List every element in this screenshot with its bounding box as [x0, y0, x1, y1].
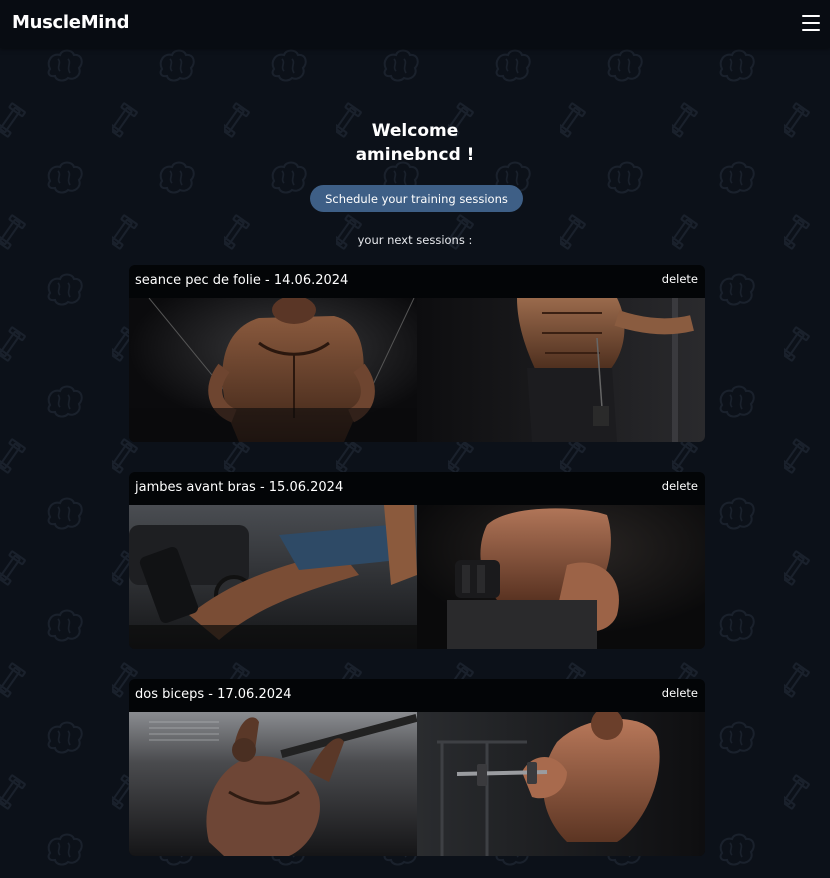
session-photos [129, 298, 705, 442]
session-card: dos biceps - 17.06.2024 delete [129, 679, 705, 856]
hamburger-menu-icon[interactable] [802, 14, 820, 32]
schedule-sessions-button[interactable]: Schedule your training sessions [310, 185, 523, 212]
session-title: seance pec de folie - 14.06.2024 [135, 273, 349, 288]
page: MuscleMind Welcome aminebncd ! Schedule … [0, 0, 830, 878]
delete-session-button[interactable]: delete [662, 479, 698, 493]
barbell-curl-photo [417, 712, 705, 856]
session-card: seance pec de folie - 14.06.2024 delete [129, 265, 705, 442]
welcome-heading: Welcome aminebncd ! [265, 119, 565, 167]
username: aminebncd ! [355, 145, 475, 165]
session-photos [129, 505, 705, 649]
delete-session-button[interactable]: delete [662, 686, 698, 700]
session-title: dos biceps - 17.06.2024 [135, 687, 292, 702]
session-photos [129, 712, 705, 856]
session-title: jambes avant bras - 15.06.2024 [135, 480, 344, 495]
app-logo-title[interactable]: MuscleMind [12, 12, 130, 33]
next-sessions-heading: your next sessions : [357, 233, 473, 247]
session-card: jambes avant bras - 15.06.2024 delete [129, 472, 705, 649]
pull-up-back-photo [129, 712, 417, 856]
dumbbell-curl-photo [417, 505, 705, 649]
top-nav-bar: MuscleMind [0, 0, 830, 48]
delete-session-button[interactable]: delete [662, 272, 698, 286]
chest-cable-fly-photo [129, 298, 417, 442]
leg-extension-photo [129, 505, 417, 649]
welcome-line: Welcome [371, 121, 459, 141]
abs-triceps-photo [417, 298, 705, 442]
